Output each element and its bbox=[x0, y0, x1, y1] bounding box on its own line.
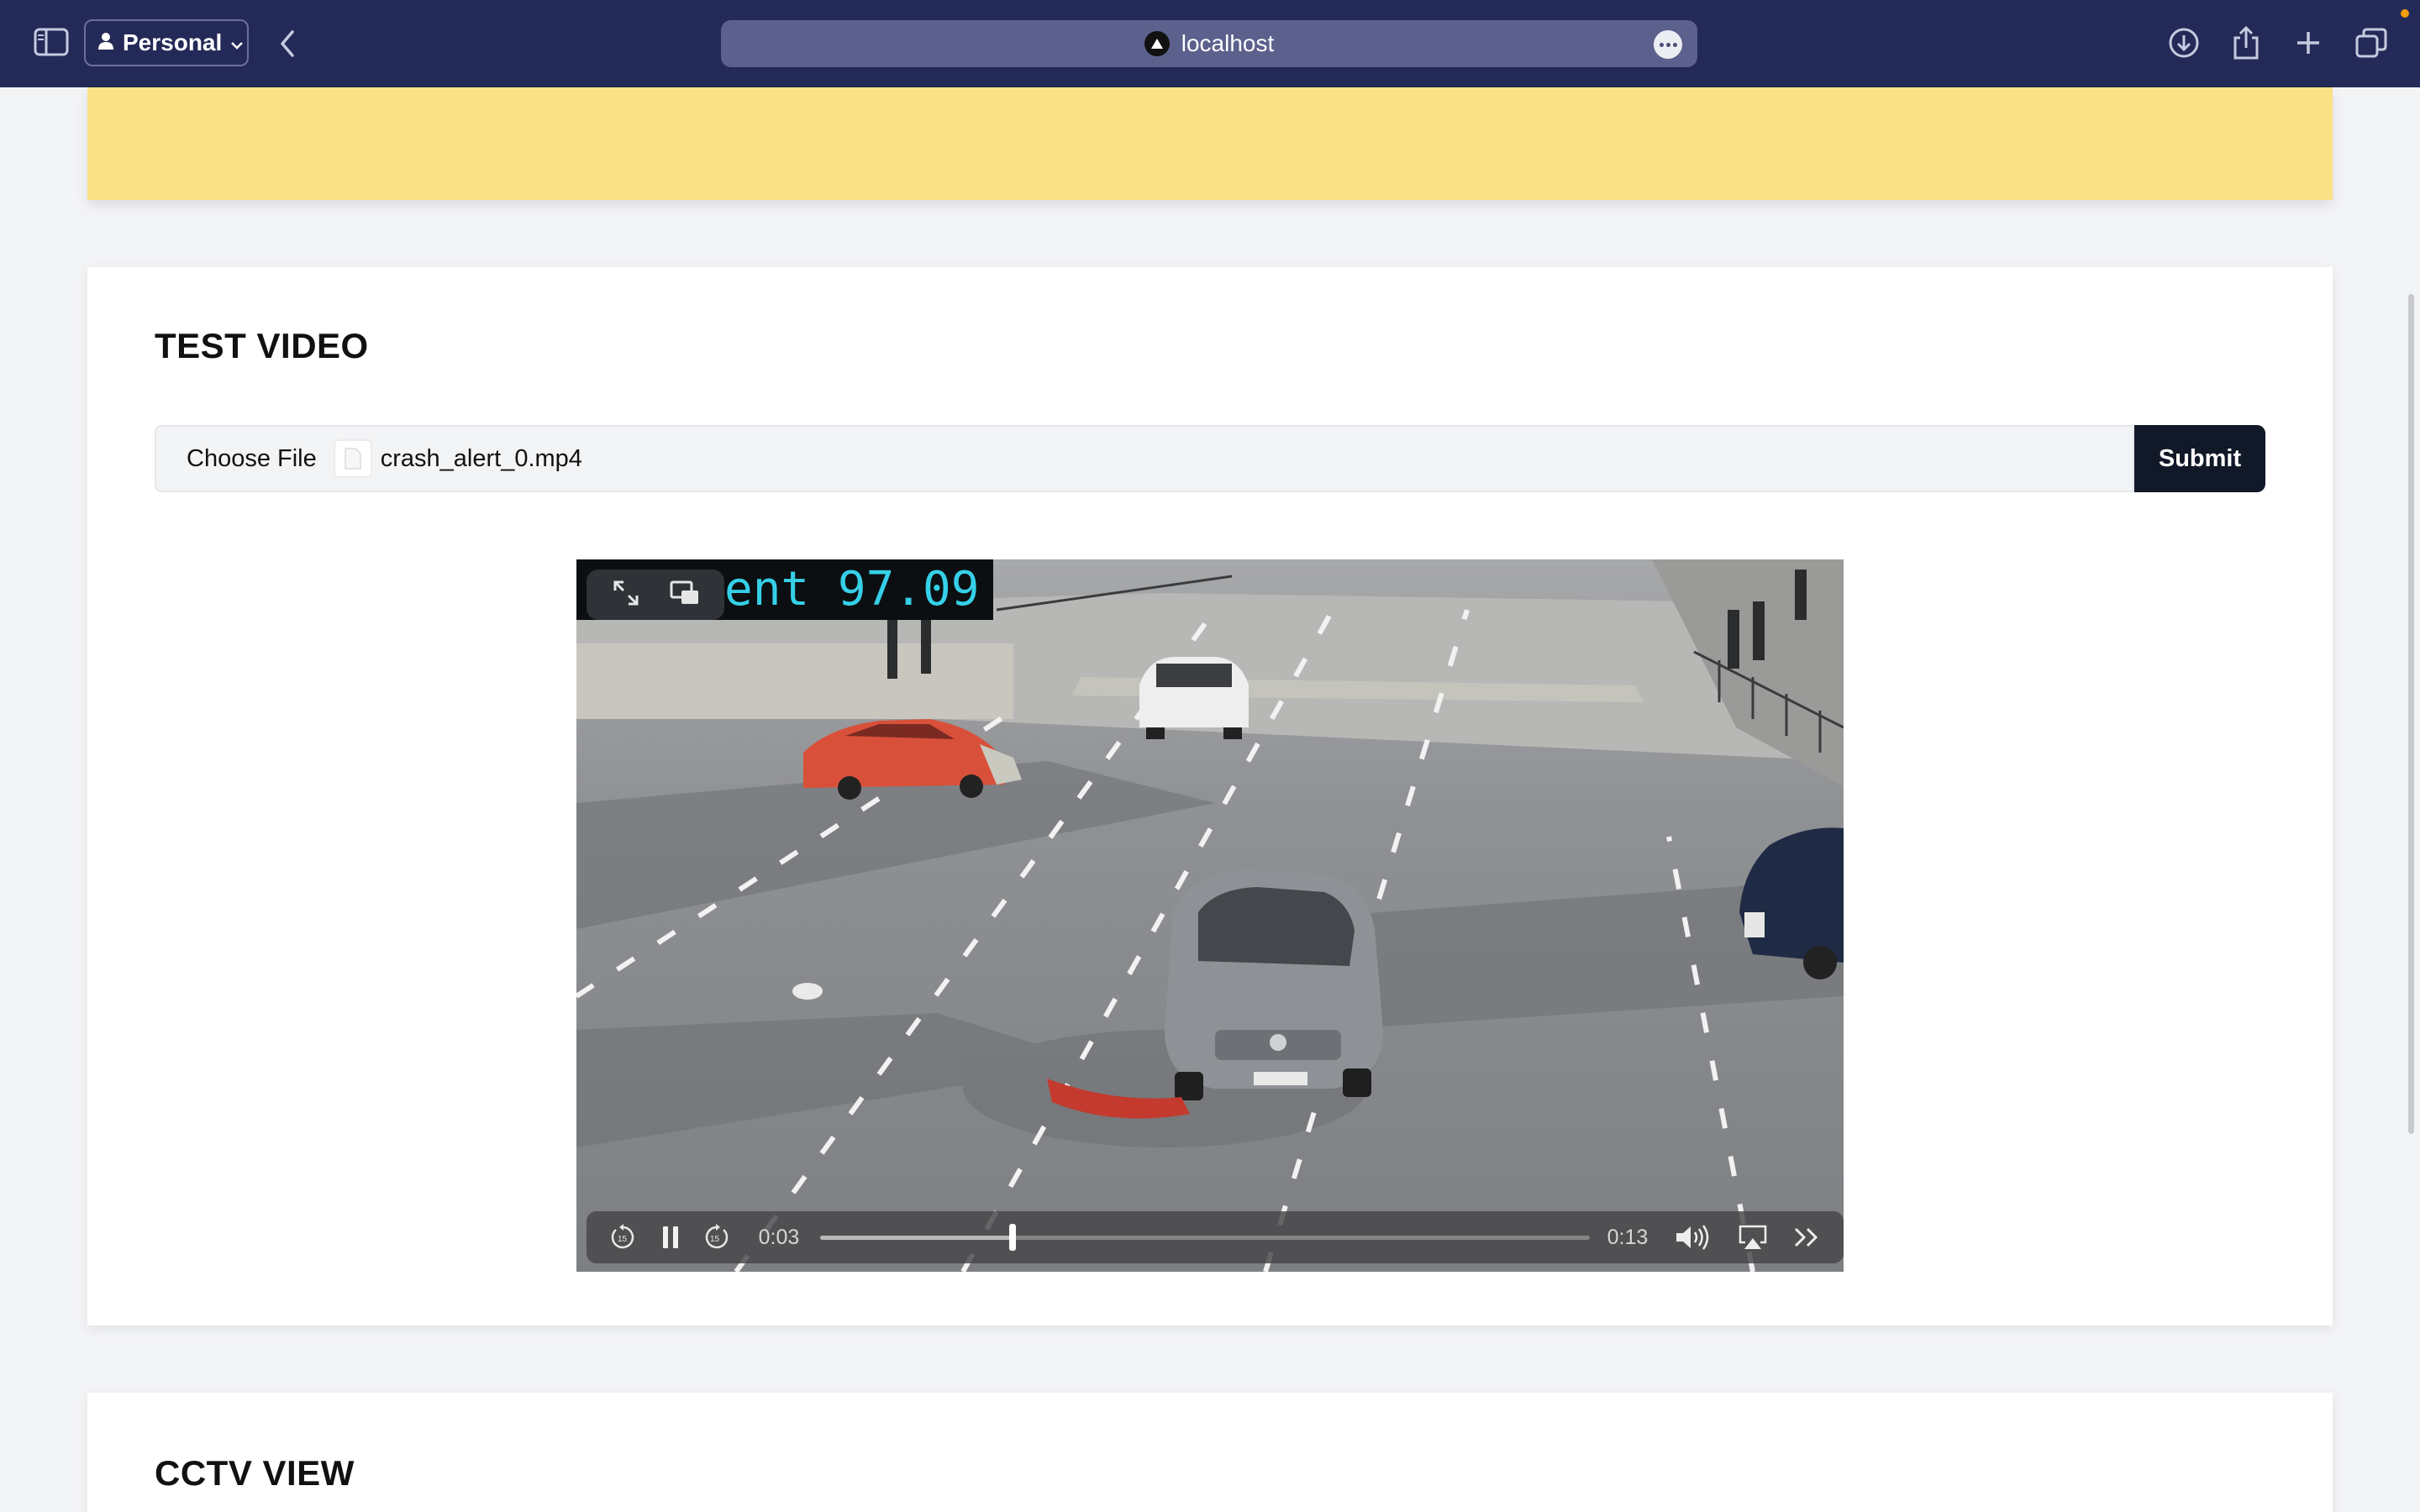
cctv-view-title: CCTV VIEW bbox=[155, 1453, 355, 1493]
svg-text:15: 15 bbox=[618, 1235, 628, 1244]
choose-file-button[interactable]: Choose File bbox=[187, 445, 317, 473]
profile-button[interactable]: Personal bbox=[84, 19, 249, 66]
current-time: 0:03 bbox=[758, 1225, 800, 1249]
picture-in-picture-icon[interactable] bbox=[670, 580, 700, 610]
alert-banner bbox=[87, 87, 2333, 200]
file-input[interactable]: Choose File crash_alert_0.mp4 bbox=[155, 425, 2134, 492]
person-icon bbox=[97, 29, 114, 56]
skip-back-15-icon[interactable]: 15 bbox=[607, 1211, 640, 1263]
address-bar[interactable]: localhost bbox=[721, 20, 1697, 67]
upload-form: Choose File crash_alert_0.mp4 Submit bbox=[155, 425, 2265, 492]
pause-icon[interactable] bbox=[655, 1211, 686, 1263]
notification-dot bbox=[2401, 9, 2409, 18]
submit-button[interactable]: Submit bbox=[2134, 425, 2265, 492]
airplay-icon[interactable] bbox=[1734, 1211, 1771, 1263]
tabs-icon[interactable] bbox=[2354, 27, 2388, 63]
test-video-card: TEST VIDEO Choose File crash_alert_0.mp4… bbox=[87, 267, 2333, 1326]
video-control-bar: 15 15 0:03 0:13 bbox=[587, 1211, 1844, 1263]
back-icon[interactable] bbox=[277, 29, 297, 63]
selected-file-name: crash_alert_0.mp4 bbox=[380, 444, 582, 472]
expand-icon[interactable] bbox=[612, 579, 640, 612]
test-video-title: TEST VIDEO bbox=[155, 326, 369, 365]
chevron-down-icon bbox=[230, 29, 244, 56]
video-frame bbox=[576, 559, 1844, 1272]
progress-scrubber[interactable] bbox=[1009, 1224, 1016, 1251]
skip-forward-15-icon[interactable]: 15 bbox=[699, 1211, 733, 1263]
download-icon[interactable] bbox=[2168, 27, 2200, 63]
video-top-controls bbox=[587, 570, 724, 620]
progress-fill bbox=[820, 1236, 1013, 1240]
cctv-view-card: CCTV VIEW bbox=[87, 1393, 2333, 1512]
page-scrollbar[interactable] bbox=[2408, 294, 2414, 1134]
share-icon[interactable] bbox=[2232, 25, 2260, 65]
more-icon[interactable] bbox=[1654, 30, 1682, 59]
fast-forward-icon[interactable] bbox=[1788, 1211, 1825, 1263]
video-player[interactable]: ent 97.09 15 15 0:03 0:13 bbox=[576, 559, 1844, 1272]
video-progress-bar[interactable] bbox=[820, 1224, 1590, 1251]
file-icon bbox=[333, 439, 372, 478]
site-icon bbox=[1144, 31, 1170, 56]
duration: 0:13 bbox=[1607, 1225, 1649, 1249]
plus-icon[interactable] bbox=[2294, 29, 2323, 61]
browser-toolbar: Personal localhost bbox=[0, 0, 2420, 87]
svg-text:15: 15 bbox=[710, 1235, 720, 1244]
volume-icon[interactable] bbox=[1672, 1211, 1716, 1263]
url-text: localhost bbox=[1181, 30, 1275, 56]
sidebar-icon[interactable] bbox=[34, 27, 69, 61]
profile-label: Personal bbox=[123, 29, 223, 55]
